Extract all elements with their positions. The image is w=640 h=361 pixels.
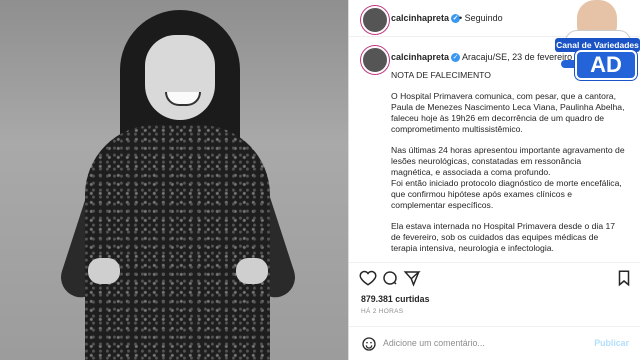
action-bar bbox=[349, 262, 640, 291]
publish-button[interactable]: Publicar bbox=[594, 338, 629, 348]
channel-watermark-logo: Canal de Variedades AD bbox=[555, 0, 640, 80]
comment-icon[interactable] bbox=[381, 269, 399, 287]
share-icon[interactable] bbox=[403, 269, 421, 287]
post-time[interactable]: HÁ 2 HORAS bbox=[361, 308, 403, 315]
verified-badge-icon: ✓ bbox=[451, 53, 461, 63]
caption-username[interactable]: calcinhapreta bbox=[391, 52, 449, 62]
caption-text: NOTA DE FALECIMENTO O Hospital Primavera… bbox=[391, 70, 625, 264]
emoji-icon[interactable] bbox=[361, 336, 377, 352]
bookmark-icon[interactable] bbox=[615, 269, 633, 287]
heart-icon[interactable] bbox=[359, 269, 377, 287]
photo-hand-left bbox=[88, 258, 120, 284]
likes-count[interactable]: 879.381 curtidas bbox=[361, 294, 429, 304]
caption-author-line: calcinhapreta ✓ Aracaju/SE, 23 de feverei… bbox=[391, 52, 580, 63]
photo-hand-right bbox=[236, 258, 268, 284]
author-avatar[interactable] bbox=[361, 6, 389, 34]
post-photo[interactable] bbox=[0, 0, 348, 360]
caption-paragraph-2: Nas últimas 24 horas apresentou importan… bbox=[391, 145, 625, 210]
comment-bar: Adicione um comentário... Publicar bbox=[349, 326, 640, 361]
logo-letters: AD bbox=[575, 50, 637, 80]
photo-sequin-dress bbox=[85, 125, 270, 360]
author-username[interactable]: calcinhapreta ✓ bbox=[391, 13, 461, 24]
comment-input[interactable]: Adicione um comentário... bbox=[383, 338, 485, 348]
follow-status[interactable]: • Seguindo bbox=[459, 13, 503, 23]
photo-face bbox=[145, 35, 215, 120]
caption-paragraph-3: Ela estava internada no Hospital Primave… bbox=[391, 221, 616, 253]
caption-avatar[interactable] bbox=[361, 46, 389, 74]
caption-paragraph-1: O Hospital Primavera comunica, com pesar… bbox=[391, 91, 625, 134]
